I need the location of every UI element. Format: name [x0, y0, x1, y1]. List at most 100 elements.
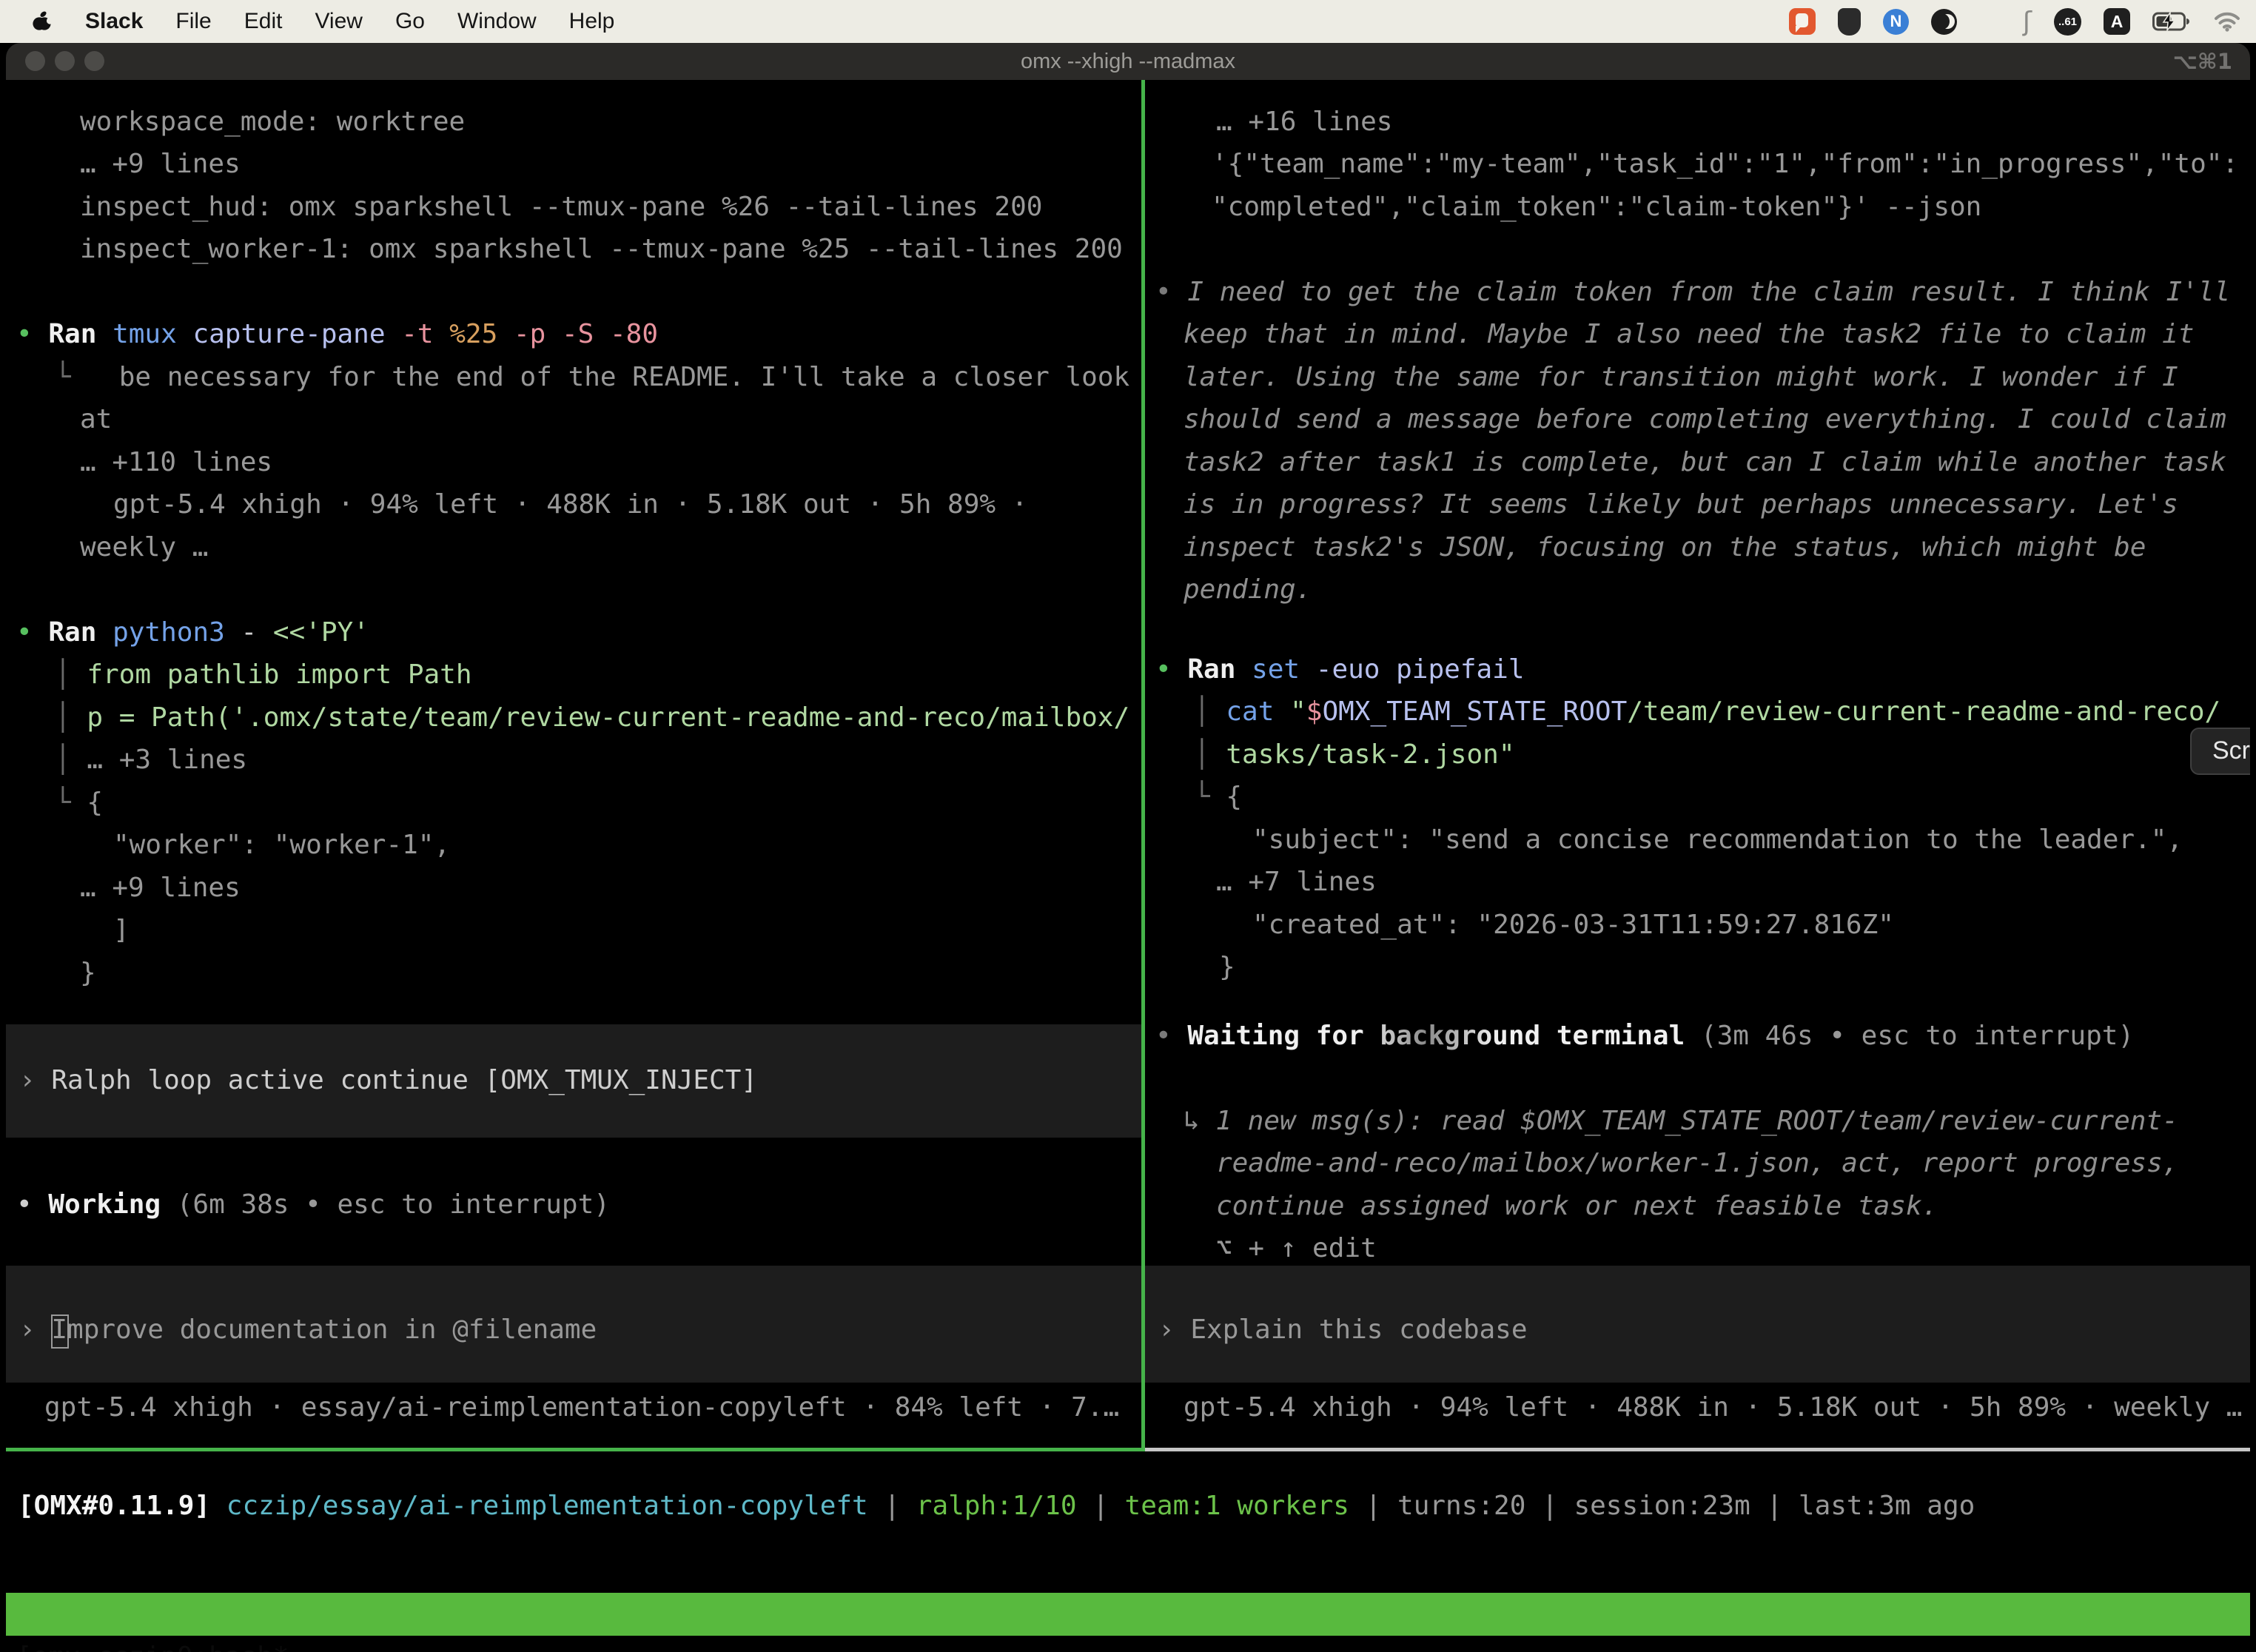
terminal-line: workspace_mode: worktree: [80, 101, 465, 144]
terminal-text-segment: -p -S -80: [514, 319, 658, 349]
terminal-text-segment: "created_at": "2026-03-31T11:59:27.816Z": [1252, 910, 1894, 940]
terminal-line: │ tasks/task-2.json": [1194, 733, 1515, 776]
terminal-text-segment: └: [1194, 782, 1226, 812]
terminal-text-segment: should send a message before completing …: [1184, 404, 2226, 434]
terminal-line: ]: [113, 909, 130, 952]
text-cursor: [51, 1314, 69, 1349]
wifi-svg: [2213, 11, 2241, 32]
terminal-text-segment: │: [55, 659, 87, 690]
terminal-text-segment: $: [1306, 696, 1323, 727]
terminal-text-segment: OMX_TEAM_STATE_ROOT: [1322, 696, 1627, 727]
pane-border-bottom-right: [1145, 1448, 2250, 1451]
crescent-circle-icon[interactable]: [1931, 9, 1957, 35]
terminal-text-segment: "worker": "worker-1",: [113, 830, 450, 860]
terminal-text-segment: ⌥ + ↑ edit: [1216, 1233, 1377, 1263]
terminal-text-segment: tmux: [113, 319, 192, 349]
terminal-text-segment: "subject": "send a concise recommendatio…: [1252, 825, 2183, 855]
terminal-line: └ {: [55, 782, 103, 825]
terminal-text-segment: %25: [449, 319, 514, 349]
terminal-line: continue assigned work or next feasible …: [1216, 1185, 1938, 1228]
terminal-text-segment: … +16 lines: [1216, 107, 1392, 137]
terminal-text-segment: '{"team_name":"my-team","task_id":"1","f…: [1212, 149, 2238, 179]
terminal-text-segment: Waiting for background terminal: [1187, 1021, 1685, 1051]
terminal-line: gpt-5.4 xhigh · 94% left · 488K in · 5.1…: [113, 483, 1027, 526]
tmux-status-bar: [omx-cczip0:bash* "MacBook-Pro-44.local"…: [6, 1593, 2250, 1636]
menu-bar-left: Slack File Edit View Go Window Help: [0, 9, 647, 34]
terminal-text-segment: •: [16, 1189, 48, 1220]
terminal-text-segment: └: [55, 788, 87, 818]
terminal-text-segment: │: [55, 745, 87, 775]
terminal-text-segment: (6m 38s • esc to interrupt): [161, 1189, 610, 1220]
terminal-text-segment: Improve documentation in @filename: [51, 1314, 597, 1345]
terminal-text-segment: ": [1290, 696, 1306, 727]
terminal-line: … +16 lines: [1216, 101, 1392, 144]
left-terminal-pane[interactable]: workspace_mode: worktree … +9 lines inspec…: [6, 80, 1141, 1448]
terminal-text-segment: gpt-5.4 xhigh · 94% left · 488K in · 5.1…: [1184, 1392, 2242, 1423]
terminal-line: '{"team_name":"my-team","task_id":"1","f…: [1212, 143, 2238, 186]
terminal-text-segment: set: [1252, 654, 1316, 685]
menu-item-help[interactable]: Help: [569, 9, 615, 34]
terminal-line: weekly …: [80, 526, 208, 569]
terminal-text-segment: keep that in mind. Maybe I also need the…: [1184, 319, 2194, 349]
menu-item-go[interactable]: Go: [395, 9, 425, 34]
menu-item-edit[interactable]: Edit: [244, 9, 283, 34]
wifi-icon[interactable]: [2213, 11, 2241, 32]
terminal-text-segment: "completed","claim_token":"claim-token"}…: [1212, 192, 1981, 222]
terminal-text-segment: Ralph loop active continue [OMX_TMUX_INJ…: [51, 1065, 757, 1095]
status-segment: session:23m: [1574, 1491, 1750, 1521]
slack-status-icon[interactable]: [1789, 8, 1816, 35]
terminal-line: • Working (6m 38s • esc to interrupt): [16, 1183, 610, 1226]
terminal-line: should send a message before completing …: [1184, 398, 2226, 441]
right-terminal-pane[interactable]: … +16 lines '{"team_name":"my-team","task…: [1145, 80, 2250, 1448]
terminal-text-segment: … +9 lines: [80, 873, 241, 903]
terminal-text-segment: •: [1155, 654, 1187, 685]
input-source-icon[interactable]: A: [2104, 8, 2130, 35]
menu-item-window[interactable]: Window: [457, 9, 537, 34]
terminal-text-segment: … +7 lines: [1216, 867, 1377, 897]
terminal-line: later. Using the same for transition mig…: [1184, 356, 2178, 399]
terminal-text-segment: … +9 lines: [80, 149, 241, 179]
terminal-line: }: [1219, 946, 1235, 989]
terminal-line: readme-and-reco/mailbox/worker-1.json, a…: [1216, 1142, 2178, 1185]
terminal-line: … +9 lines: [80, 867, 241, 910]
terminal-text-segment: is in progress? It seems likely but perh…: [1184, 489, 2178, 520]
terminal-text-segment: Explain this codebase: [1190, 1314, 1527, 1345]
terminal-line: at: [80, 398, 112, 441]
dot-grid-icon[interactable]: [1979, 11, 2001, 33]
shield-grid-icon[interactable]: [1838, 8, 1861, 36]
apple-menu-icon[interactable]: [33, 10, 51, 33]
menu-item-view[interactable]: View: [315, 9, 362, 34]
terminal-text-segment: (3m 46s • esc to interrupt): [1685, 1021, 2134, 1051]
blue-badge-icon[interactable]: N: [1883, 9, 1909, 35]
menu-app-name[interactable]: Slack: [85, 9, 143, 34]
terminal-text-segment: from pathlib import Path: [87, 659, 471, 690]
window-titlebar[interactable]: omx --xhigh --madmax ⌥⌘1: [6, 43, 2250, 80]
terminal-text-segment: •: [1155, 277, 1187, 307]
usage-badge-icon[interactable]: ..61: [2054, 8, 2081, 36]
terminal-text-segment: -t: [401, 319, 449, 349]
menu-item-file[interactable]: File: [175, 9, 211, 34]
terminal-text-segment: inspect_hud: omx sparkshell --tmux-pane …: [80, 192, 1042, 222]
menu-items: File Edit View Go Window Help: [175, 9, 647, 34]
prompt-input-line[interactable]: › Improve documentation in @filename: [19, 1309, 597, 1352]
menu-bar-status-icons: N ʃ ..61 A: [1789, 7, 2256, 37]
status-segment: team:1 workers: [1125, 1491, 1349, 1521]
terminal-line: gpt-5.4 xhigh · essay/ai-reimplementatio…: [44, 1386, 1119, 1429]
terminal-line: "completed","claim_token":"claim-token"}…: [1212, 186, 1981, 229]
terminal-line: │ … +3 lines: [55, 739, 247, 782]
window-title: omx --xhigh --madmax: [6, 43, 2250, 80]
pane-divider-vertical[interactable]: [1141, 80, 1145, 1451]
terminal-line: ⌥ + ↑ edit: [1216, 1227, 1377, 1270]
omx-status-line: [OMX#0.11.9] cczip/essay/ai-reimplementa…: [18, 1485, 1975, 1528]
status-segment: [OMX#0.11.9]: [18, 1491, 210, 1521]
terminal-text-segment: … +3 lines: [87, 745, 247, 775]
hook-squiggle-icon[interactable]: ʃ: [2023, 7, 2032, 37]
terminal-text-segment: inspect_worker-1: omx sparkshell --tmux-…: [80, 234, 1123, 264]
terminal-text-segment: task2 after task1 is complete, but can I…: [1184, 447, 2226, 477]
terminal-text-segment: {: [1226, 782, 1242, 812]
battery-charging-icon[interactable]: [2152, 12, 2191, 31]
injected-prompt-line[interactable]: › Ralph loop active continue [OMX_TMUX_I…: [19, 1059, 757, 1102]
prompt-suggestion-line[interactable]: › Explain this codebase: [1158, 1309, 1528, 1352]
terminal-text-segment: at: [80, 404, 112, 434]
screen: { "menu_bar": { "app_name": "Slack", "it…: [0, 0, 2256, 1652]
